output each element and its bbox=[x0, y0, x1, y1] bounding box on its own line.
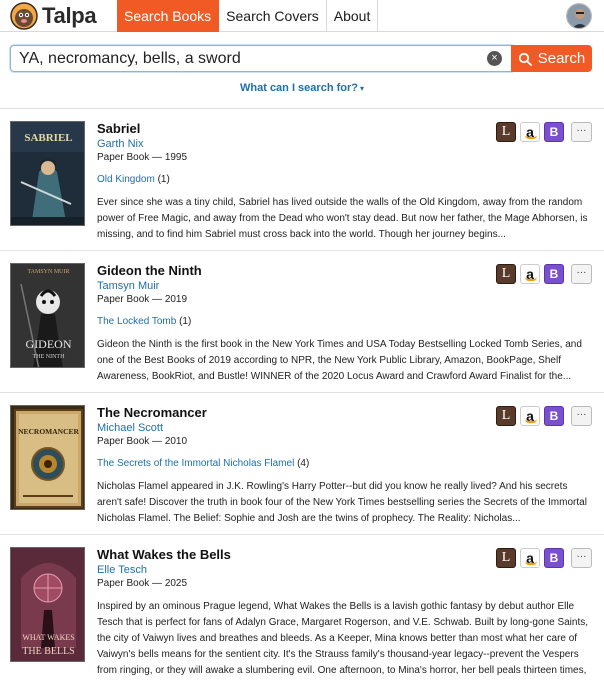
bookshop-link-icon[interactable]: B bbox=[544, 406, 564, 426]
svg-text:WHAT WAKES: WHAT WAKES bbox=[22, 633, 74, 642]
amazon-link-icon[interactable]: a bbox=[520, 264, 540, 284]
search-input[interactable] bbox=[10, 45, 512, 72]
book-cover-image: TAMSYN MUIR GIDEON THE NINTH bbox=[11, 264, 84, 367]
book-cover-image: SABRIEL bbox=[11, 122, 84, 225]
amazon-link-icon[interactable]: a bbox=[520, 122, 540, 142]
bookshop-link-icon[interactable]: B bbox=[544, 264, 564, 284]
search-button[interactable]: Search bbox=[511, 45, 592, 72]
svg-text:TAMSYN MUIR: TAMSYN MUIR bbox=[27, 269, 69, 275]
bookshop-link-icon[interactable]: B bbox=[544, 548, 564, 568]
book-cover-image: WHAT WAKES THE BELLS bbox=[11, 548, 84, 661]
book-series: Old Kingdom (1) bbox=[97, 173, 592, 187]
result-item: TAMSYN MUIR GIDEON THE NINTH Gideon the … bbox=[0, 250, 604, 392]
book-format-year: Paper Book — 2025 bbox=[97, 578, 188, 589]
bookshop-link-icon[interactable]: B bbox=[544, 122, 564, 142]
store-links: L a B bbox=[496, 122, 564, 142]
series-number: (4) bbox=[297, 458, 310, 469]
result-item: NECROMANCER The Necromancer Michael Scot… bbox=[0, 392, 604, 534]
tab-search-books[interactable]: Search Books bbox=[117, 0, 220, 32]
clear-search-icon[interactable]: × bbox=[487, 51, 502, 66]
svg-text:SABRIEL: SABRIEL bbox=[24, 132, 72, 144]
search-icon bbox=[518, 52, 532, 66]
book-cover[interactable]: NECROMANCER bbox=[10, 405, 85, 510]
book-format-year: Paper Book — 2010 bbox=[97, 436, 188, 447]
series-link[interactable]: The Secrets of the Immortal Nicholas Fla… bbox=[97, 458, 294, 469]
results-list: SABRIEL Sabriel Garth Nix Paper Book — 1… bbox=[0, 108, 604, 680]
result-item: WHAT WAKES THE BELLS What Wakes the Bell… bbox=[0, 534, 604, 680]
library-link-icon[interactable]: L bbox=[496, 122, 516, 142]
more-options-button[interactable]: ··· bbox=[571, 406, 592, 426]
search-button-label: Search bbox=[537, 50, 586, 67]
book-description: Ever since she was a tiny child, Sabriel… bbox=[97, 197, 588, 240]
library-link-icon[interactable]: L bbox=[496, 406, 516, 426]
series-number: (1) bbox=[179, 316, 192, 327]
tab-search-covers[interactable]: Search Covers bbox=[219, 0, 327, 32]
book-description: Gideon the Ninth is the first book in th… bbox=[97, 339, 582, 382]
user-avatar-image bbox=[567, 4, 591, 28]
store-links: L a B bbox=[496, 548, 564, 568]
series-number: (1) bbox=[157, 174, 170, 185]
svg-text:NECROMANCER: NECROMANCER bbox=[18, 427, 79, 436]
book-cover[interactable]: TAMSYN MUIR GIDEON THE NINTH bbox=[10, 263, 85, 368]
more-options-button[interactable]: ··· bbox=[571, 264, 592, 284]
series-link[interactable]: The Locked Tomb bbox=[97, 316, 176, 327]
svg-text:GIDEON: GIDEON bbox=[26, 337, 72, 351]
svg-text:THE NINTH: THE NINTH bbox=[33, 354, 65, 360]
series-link[interactable]: Old Kingdom bbox=[97, 174, 155, 185]
book-series: The Secrets of the Immortal Nicholas Fla… bbox=[97, 457, 592, 471]
book-format-year: Paper Book — 1995 bbox=[97, 152, 188, 163]
search-area: × Search What can I search for?▾ bbox=[0, 33, 604, 108]
user-avatar[interactable] bbox=[566, 3, 592, 29]
main-nav: Search Books Search Covers About bbox=[117, 0, 379, 32]
mole-logo-icon bbox=[10, 2, 38, 30]
search-help-label: What can I search for? bbox=[240, 82, 358, 94]
more-options-button[interactable]: ··· bbox=[571, 548, 592, 568]
svg-text:THE BELLS: THE BELLS bbox=[22, 646, 75, 657]
book-series: The Locked Tomb (1) bbox=[97, 315, 592, 329]
book-cover[interactable]: SABRIEL bbox=[10, 121, 85, 226]
store-links: L a B bbox=[496, 264, 564, 284]
amazon-link-icon[interactable]: a bbox=[520, 406, 540, 426]
library-link-icon[interactable]: L bbox=[496, 548, 516, 568]
search-help-link[interactable]: What can I search for? ▾ bbox=[0, 82, 604, 94]
book-cover[interactable]: WHAT WAKES THE BELLS bbox=[10, 547, 85, 662]
talpa-logo[interactable]: Talpa bbox=[10, 2, 97, 30]
logo-text: Talpa bbox=[42, 3, 97, 28]
book-cover-image: NECROMANCER bbox=[11, 406, 84, 509]
library-link-icon[interactable]: L bbox=[496, 264, 516, 284]
top-nav-bar: Talpa Search Books Search Covers About bbox=[0, 0, 604, 32]
book-description: Nicholas Flamel appeared in J.K. Rowling… bbox=[97, 481, 587, 524]
store-links: L a B bbox=[496, 406, 564, 426]
result-item: SABRIEL Sabriel Garth Nix Paper Book — 1… bbox=[0, 108, 604, 250]
book-description: Inspired by an ominous Prague legend, Wh… bbox=[97, 601, 589, 676]
book-format-year: Paper Book — 2019 bbox=[97, 294, 188, 305]
tab-about[interactable]: About bbox=[327, 0, 379, 32]
more-options-button[interactable]: ··· bbox=[571, 122, 592, 142]
caret-down-icon: ▾ bbox=[359, 84, 364, 93]
amazon-link-icon[interactable]: a bbox=[520, 548, 540, 568]
